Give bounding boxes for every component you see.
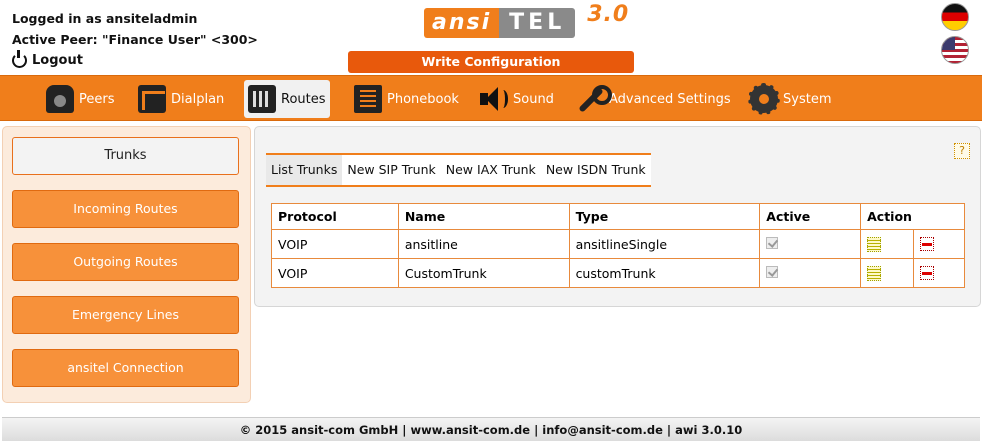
cell-action (860, 229, 965, 259)
active-peer-text: Active Peer: "Finance User" <300> (12, 32, 258, 47)
cell-active (759, 258, 862, 288)
write-configuration-button[interactable]: Write Configuration (348, 51, 634, 73)
help-icon[interactable]: ? (954, 143, 970, 159)
wrench-icon (576, 85, 612, 113)
trunk-tabs: List Trunks New SIP Trunk New IAX Trunk … (266, 153, 651, 187)
phonebook-icon (354, 85, 382, 113)
user-info: Logged in as ansiteladmin Active Peer: "… (12, 8, 258, 71)
nav-label: Phonebook (387, 91, 459, 107)
table-header-row: Protocol Name Type Active Action (271, 203, 965, 230)
logo-tel: TEL (499, 8, 576, 38)
header-type: Type (568, 203, 761, 230)
sidebar-item-incoming-routes[interactable]: Incoming Routes (12, 190, 239, 228)
header-active: Active (759, 203, 862, 230)
flag-germany-icon[interactable] (941, 3, 969, 31)
dialplan-icon (138, 85, 166, 113)
nav-label: Dialplan (171, 91, 225, 107)
nav-item-advanced-settings[interactable]: Advanced Settings (572, 80, 735, 118)
tab-new-isdn-trunk[interactable]: New ISDN Trunk (541, 155, 651, 185)
delete-icon[interactable] (919, 237, 934, 251)
active-checkbox[interactable] (766, 265, 779, 278)
nav-item-system[interactable]: System (746, 80, 835, 118)
power-icon (12, 50, 27, 68)
tab-new-iax-trunk[interactable]: New IAX Trunk (441, 155, 541, 185)
tab-list-trunks[interactable]: List Trunks (266, 155, 343, 185)
cell-name: ansitline (397, 229, 570, 259)
nav-item-sound[interactable]: Sound (474, 80, 558, 118)
flag-usa-icon[interactable] (941, 36, 969, 64)
edit-icon[interactable] (867, 265, 882, 281)
nav-label: Routes (281, 91, 326, 107)
routes-icon (248, 85, 276, 113)
logout-link[interactable]: Logout (12, 50, 258, 71)
logo-version: 3.0 (587, 2, 630, 27)
nav-item-phonebook[interactable]: Phonebook (350, 80, 463, 118)
gear-icon (748, 83, 780, 115)
cell-active (759, 229, 862, 259)
ansitel-logo: ansi TEL 3.0 (424, 2, 629, 38)
table-row: VOIP CustomTrunk customTrunk (271, 258, 965, 288)
nav-label: Peers (79, 91, 115, 107)
sidebar-item-ansitel-connection[interactable]: ansitel Connection (12, 349, 239, 387)
table-row: VOIP ansitline ansitlineSingle (271, 229, 965, 259)
cell-name: CustomTrunk (397, 258, 570, 288)
footer: © 2015 ansit-com GmbH | www.ansit-com.de… (2, 417, 980, 441)
header-name: Name (397, 203, 570, 230)
header-action: Action (860, 203, 965, 230)
logo-ansi: ansi (424, 8, 500, 38)
delete-icon[interactable] (919, 266, 934, 280)
speaker-icon (478, 85, 508, 113)
sidebar-item-emergency-lines[interactable]: Emergency Lines (12, 296, 239, 334)
content-panel: ? List Trunks New SIP Trunk New IAX Trun… (254, 126, 981, 307)
nav-item-routes[interactable]: Routes (244, 80, 330, 118)
tab-new-sip-trunk[interactable]: New SIP Trunk (342, 155, 440, 185)
cell-protocol: VOIP (271, 258, 399, 288)
nav-label: System (783, 91, 832, 107)
sidebar-item-trunks[interactable]: Trunks (12, 137, 239, 175)
trunks-table: Protocol Name Type Active Action VOIP an… (271, 203, 965, 288)
nav-label: Advanced Settings (609, 91, 731, 107)
cell-action (860, 258, 965, 288)
logout-label: Logout (32, 53, 83, 68)
active-checkbox[interactable] (766, 236, 779, 249)
nav-label: Sound (513, 91, 554, 107)
cell-type: ansitlineSingle (568, 229, 761, 259)
sidebar-item-outgoing-routes[interactable]: Outgoing Routes (12, 243, 239, 281)
edit-icon[interactable] (867, 236, 882, 252)
cell-protocol: VOIP (271, 229, 399, 259)
cell-type: customTrunk (568, 258, 761, 288)
logged-in-text: Logged in as ansiteladmin (12, 11, 198, 26)
nav-item-dialplan[interactable]: Dialplan (134, 80, 228, 118)
phone-icon (46, 85, 74, 113)
nav-item-peers[interactable]: Peers (42, 80, 119, 118)
sidebar: Trunks Incoming Routes Outgoing Routes E… (2, 126, 251, 403)
header-protocol: Protocol (271, 203, 399, 230)
main-nav: Peers Dialplan Routes Phonebook Sound Ad… (0, 75, 982, 121)
